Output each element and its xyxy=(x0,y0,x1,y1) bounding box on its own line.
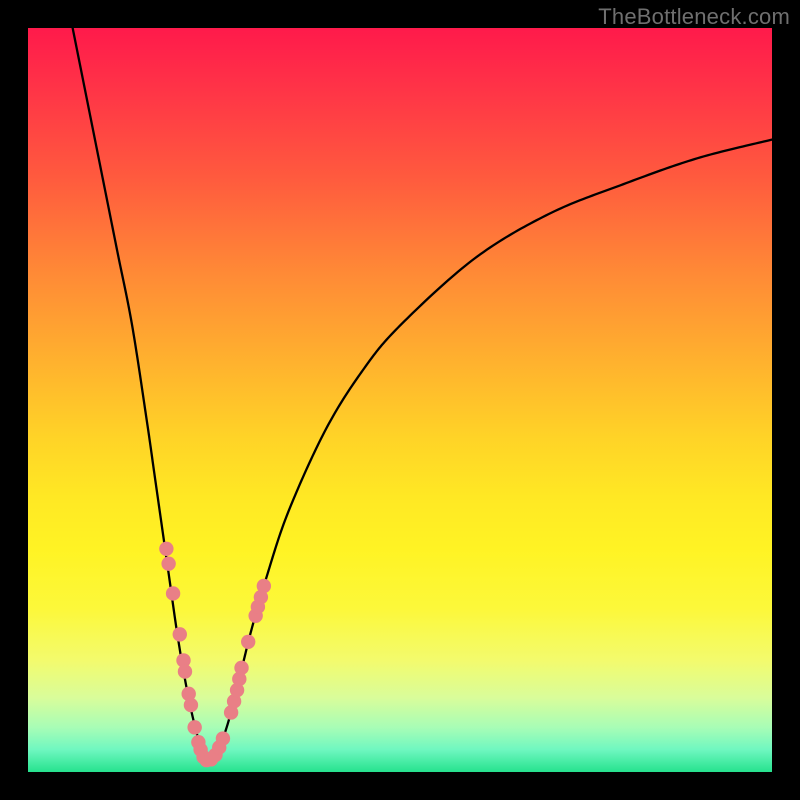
chart-frame: TheBottleneck.com xyxy=(0,0,800,800)
data-point xyxy=(234,661,248,675)
plot-area xyxy=(28,28,772,772)
data-point xyxy=(159,542,173,556)
curve-left-curve xyxy=(73,28,205,761)
marker-layer xyxy=(159,542,271,768)
data-point xyxy=(257,579,271,593)
curve-right-curve xyxy=(205,140,772,761)
chart-svg xyxy=(28,28,772,772)
data-point xyxy=(241,635,255,649)
data-point xyxy=(161,556,175,570)
data-point xyxy=(184,698,198,712)
watermark-text: TheBottleneck.com xyxy=(598,4,790,30)
data-point xyxy=(173,627,187,641)
curve-layer xyxy=(73,28,772,761)
data-point xyxy=(187,720,201,734)
data-point xyxy=(216,731,230,745)
data-point xyxy=(166,586,180,600)
data-point xyxy=(178,664,192,678)
